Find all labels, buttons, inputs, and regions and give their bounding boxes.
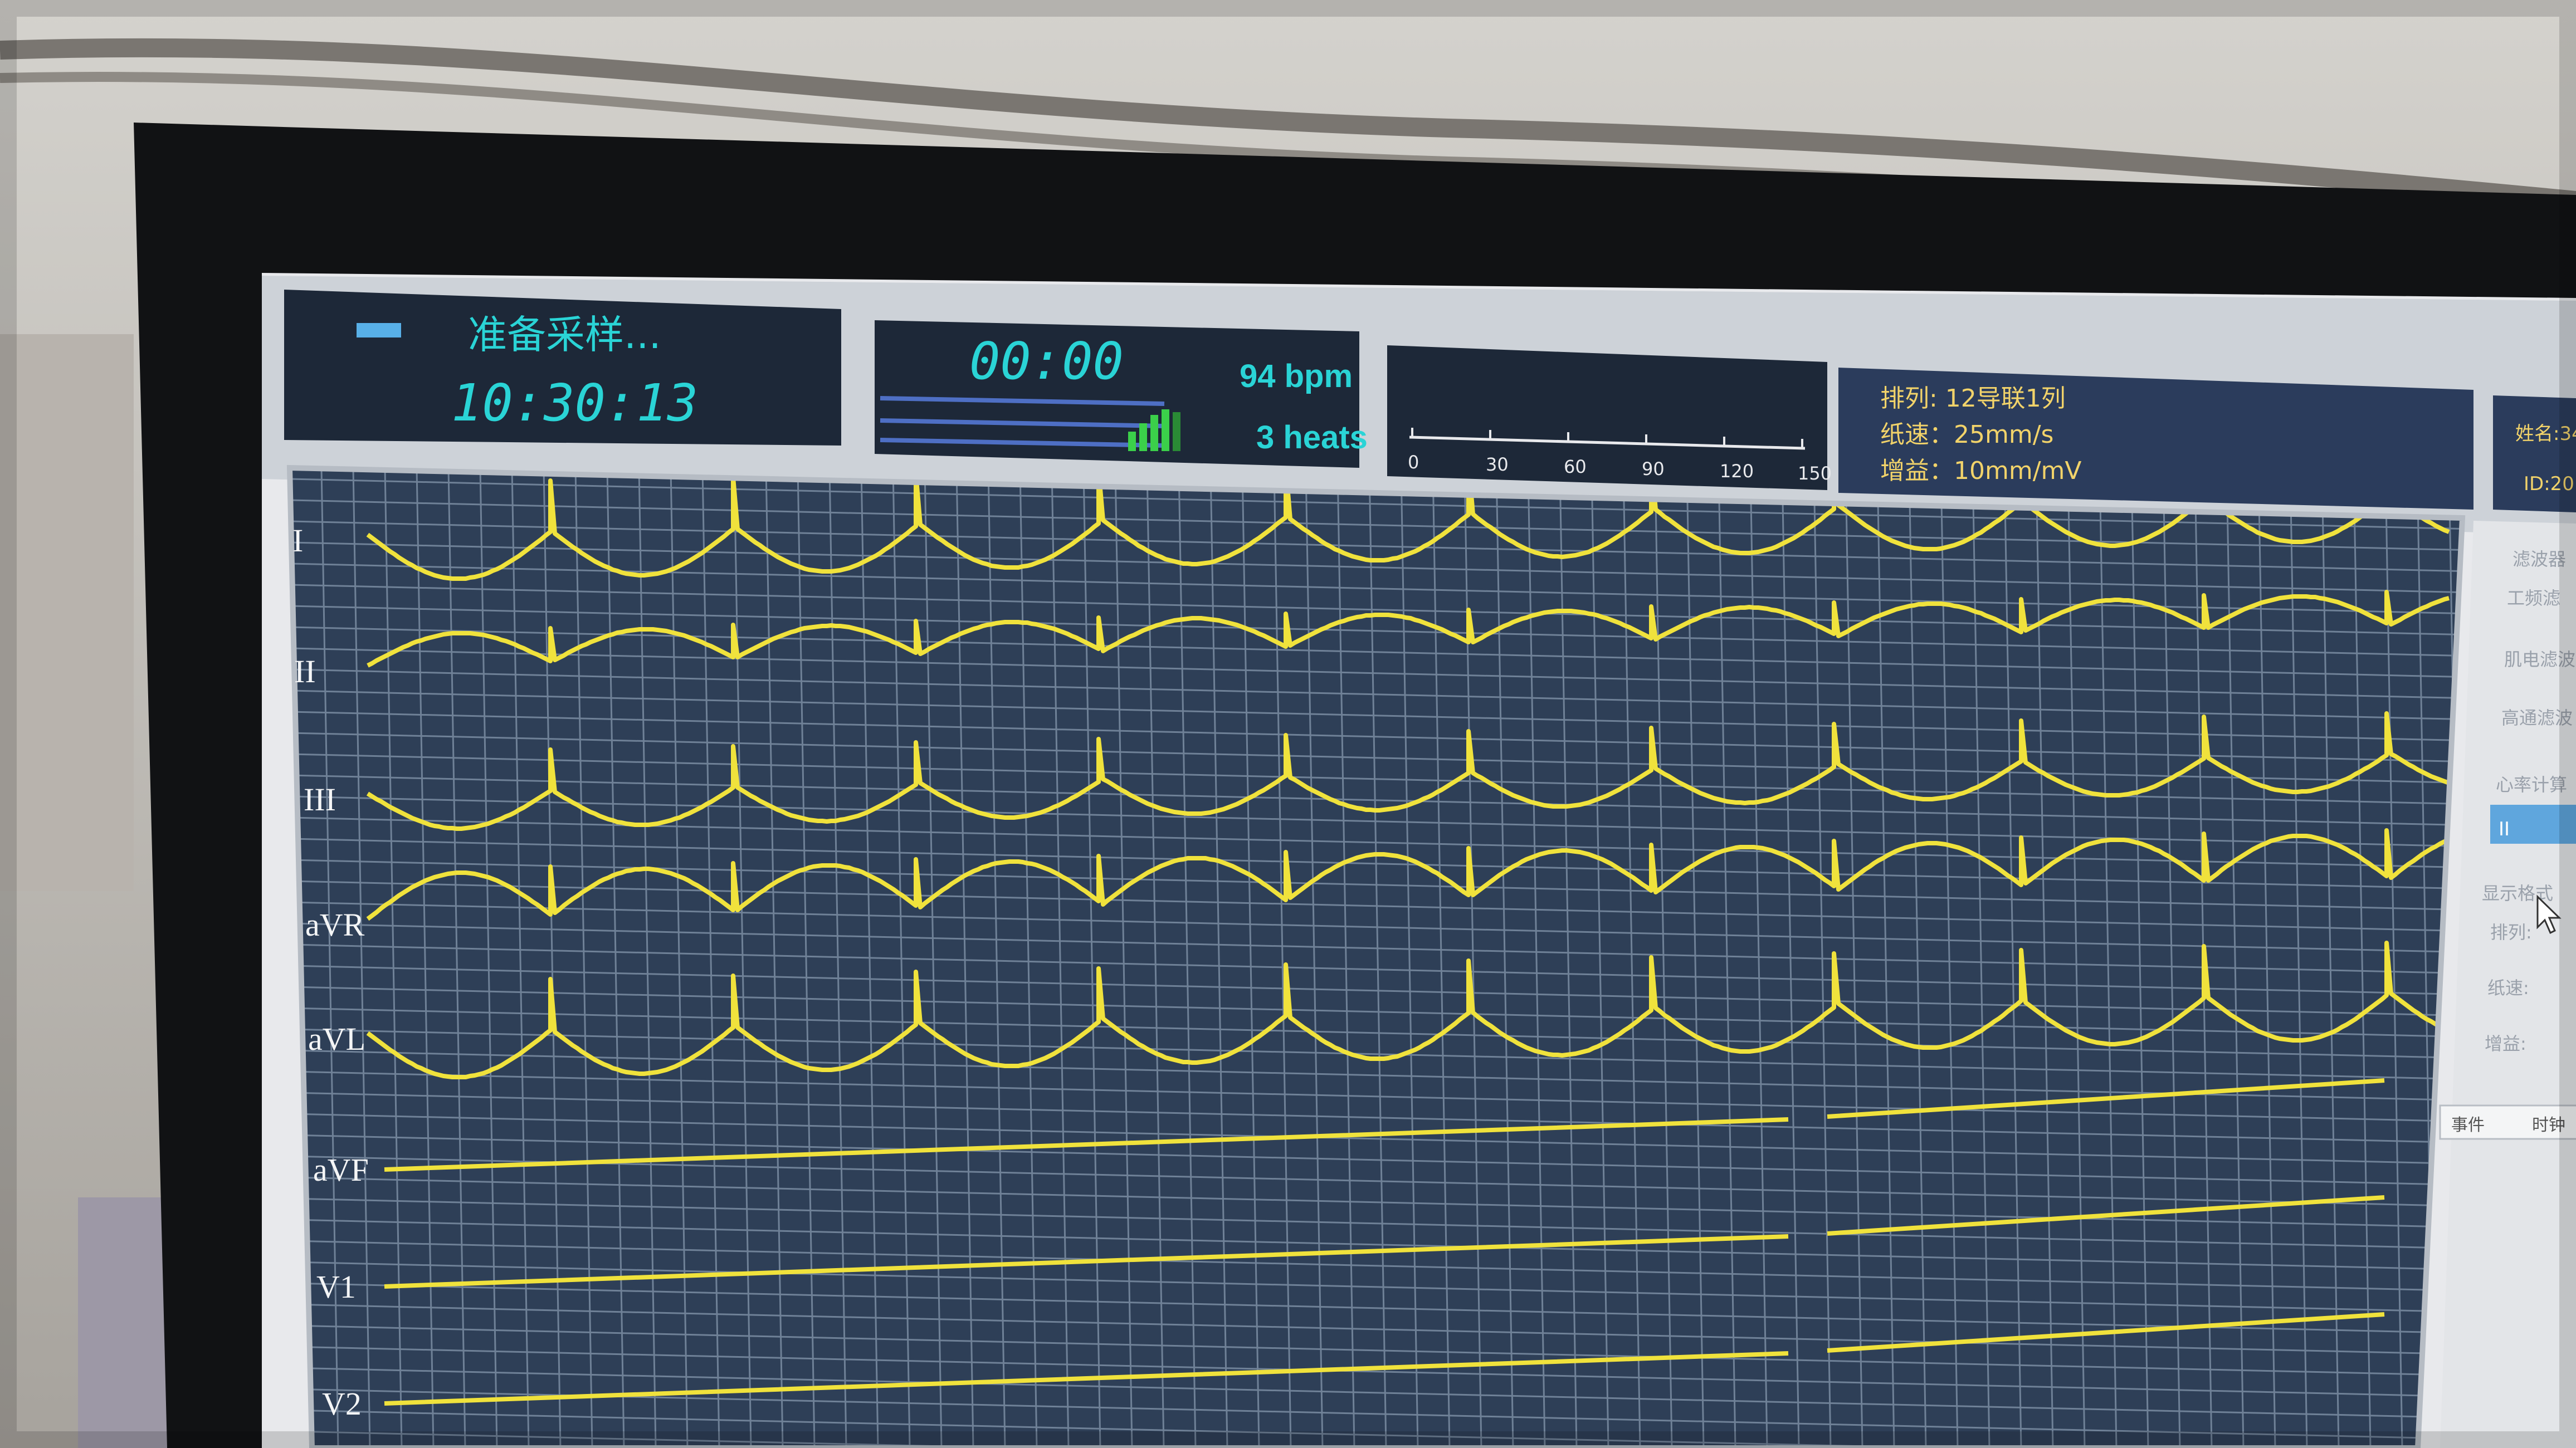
hr-calc-label: 心率计算 (2496, 774, 2567, 795)
speed-label: 纸速: (2487, 977, 2529, 999)
layout-setting: 排列: 12导联1列 (1880, 384, 2066, 413)
scale-tick-label: 0 (1408, 452, 1419, 473)
gain-setting: 增益：10mm/mV (1880, 457, 2082, 485)
scale-tick-label: 60 (1564, 456, 1587, 477)
lead-label: III (304, 781, 336, 818)
lead-label: aVR (305, 907, 365, 943)
heart-rate-value: 94 bpm (1240, 358, 1353, 394)
scale-tick-label: 90 (1642, 458, 1665, 480)
scale-tick-label: 30 (1486, 454, 1509, 475)
gain-label: 增益: (2485, 1033, 2526, 1054)
scale-tick-label: 120 (1720, 461, 1754, 482)
lead-label: II (294, 653, 316, 689)
status-state-text: 准备采样... (468, 312, 661, 358)
paper-speed-setting: 纸速：25mm/s (1880, 420, 2053, 449)
lead-label: V2 (322, 1386, 362, 1422)
hr-lead-value: II (2499, 818, 2510, 840)
beat-count: 3 heats (1256, 419, 1368, 456)
timer-panel: 00:00 94 bpm 3 heats (875, 320, 1368, 468)
lead-label: aVL (308, 1021, 365, 1057)
wall-pillar (0, 334, 134, 891)
filter-label: 滤波器 (2512, 549, 2566, 570)
recording-indicator-icon (357, 323, 401, 337)
lead-label: I (292, 522, 303, 559)
elapsed-timer: 00:00 (969, 331, 1124, 391)
arrange-label: 排列: (2490, 922, 2532, 943)
scale-tick-label: 150 (1798, 463, 1832, 484)
status-panel: 准备采样... 10:30:13 (284, 290, 841, 446)
lead-label: V1 (316, 1269, 356, 1305)
settings-panel: 排列: 12导联1列 纸速：25mm/s 增益：10mm/mV (1838, 368, 2473, 510)
status-clock: 10:30:13 (451, 373, 698, 433)
photo-of-ecg-monitor: 准备采样... 10:30:13 00:00 94 bpm 3 heats 0 … (0, 0, 2576, 1448)
background-object (78, 1197, 173, 1448)
event-column-header: 事件 (2451, 1116, 2485, 1135)
lead-label: aVF (313, 1152, 369, 1188)
scale-panel: 0 30 60 90 120 150 (1387, 345, 1832, 490)
power-filter-label: 工频滤 (2507, 588, 2560, 609)
